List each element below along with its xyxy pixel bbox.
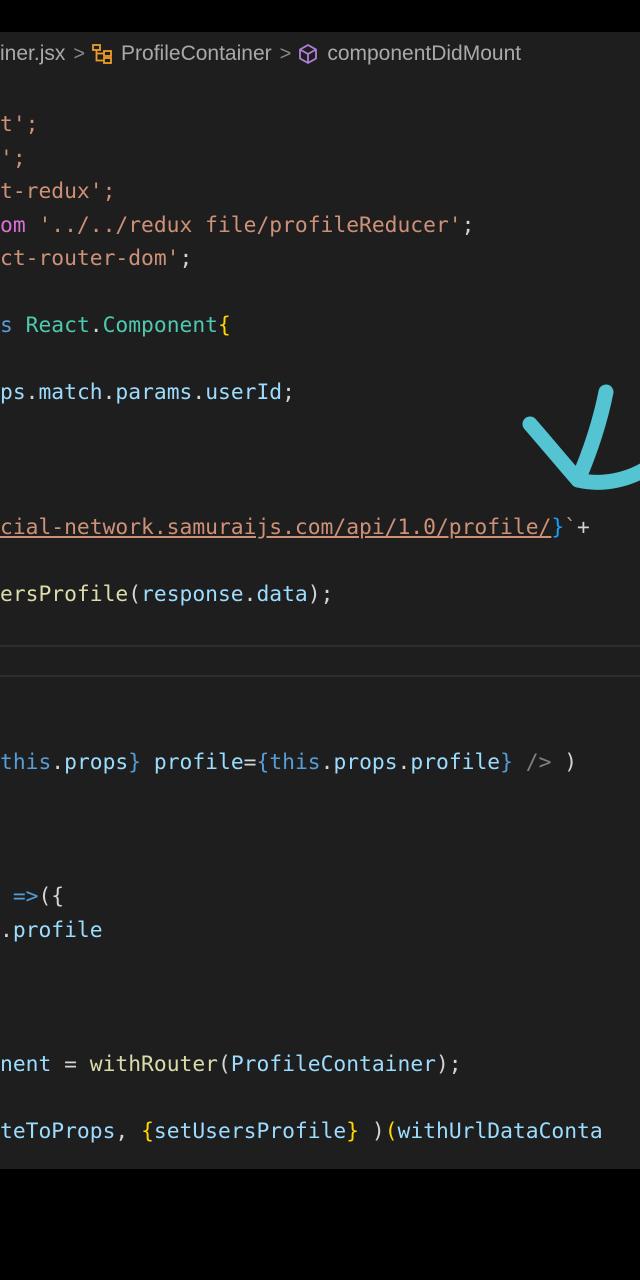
code-token: '; bbox=[0, 146, 26, 171]
code-line[interactable]: '; bbox=[0, 142, 26, 176]
code-token: ersProfile bbox=[0, 582, 129, 607]
code-token: , bbox=[115, 1119, 142, 1144]
code-token: params bbox=[115, 380, 193, 405]
code-token: ; bbox=[179, 246, 193, 271]
code-token: cial-network.samuraijs.com/api/1.0/profi… bbox=[0, 515, 552, 540]
code-token: nent bbox=[0, 1052, 52, 1077]
code-token: = bbox=[243, 750, 257, 775]
code-token: om bbox=[0, 213, 39, 238]
code-token: withRouter bbox=[89, 1052, 218, 1077]
code-token: setUsersProfile bbox=[153, 1119, 347, 1144]
code-line[interactable]: ct-router-dom'; bbox=[0, 242, 192, 276]
code-token: ( bbox=[217, 1052, 231, 1077]
code-token: response bbox=[141, 582, 244, 607]
code-line[interactable]: ps.match.params.userId; bbox=[0, 376, 295, 410]
code-token: ( bbox=[384, 1119, 398, 1144]
breadcrumb-method[interactable]: componentDidMount bbox=[327, 42, 521, 66]
code-line[interactable]: this.props} profile={this.props.profile}… bbox=[0, 746, 577, 780]
code-token: } bbox=[346, 1119, 360, 1144]
code-token: { bbox=[141, 1119, 154, 1144]
code-token: /> bbox=[512, 750, 552, 775]
code-token: { bbox=[218, 313, 231, 338]
code-token: ProfileContainer bbox=[230, 1052, 436, 1077]
code-token: = bbox=[51, 1052, 90, 1077]
code-token: . bbox=[102, 380, 116, 405]
code-token: ct-router-dom' bbox=[0, 246, 180, 271]
code-line[interactable]: s React.Component{ bbox=[0, 309, 231, 343]
chevron-right-icon: > bbox=[279, 42, 292, 65]
code-token: this bbox=[269, 750, 321, 775]
code-token: data bbox=[256, 582, 308, 607]
code-line[interactable]: cial-network.samuraijs.com/api/1.0/profi… bbox=[0, 511, 603, 545]
annotation-arrow bbox=[522, 384, 640, 490]
code-token: . bbox=[320, 750, 334, 775]
code-token: profile bbox=[410, 750, 501, 775]
code-token: . bbox=[192, 380, 206, 405]
code-token: . bbox=[89, 313, 103, 338]
code-line[interactable]: t'; bbox=[0, 108, 38, 142]
code-token: ps bbox=[0, 380, 26, 405]
symbol-class-icon bbox=[92, 44, 112, 64]
code-token: t'; bbox=[0, 112, 39, 137]
code-token: props bbox=[333, 750, 398, 775]
chevron-right-icon: > bbox=[73, 42, 86, 65]
breadcrumb-file[interactable]: iner.jsx bbox=[0, 42, 65, 66]
code-token: teToProps bbox=[0, 1119, 116, 1144]
code-token: ({ bbox=[38, 884, 65, 909]
breadcrumb: iner.jsx > ProfileContainer > componentD… bbox=[0, 37, 521, 71]
code-token: props bbox=[64, 750, 129, 775]
code-token: ) bbox=[359, 1119, 385, 1144]
code-line[interactable]: om '../../redux file/profileReducer'; bbox=[0, 209, 474, 243]
code-editor[interactable]: iner.jsx > ProfileContainer > componentD… bbox=[0, 32, 640, 1169]
code-token: . bbox=[25, 380, 39, 405]
code-token: this bbox=[0, 750, 52, 775]
code-token: ); bbox=[435, 1052, 462, 1077]
code-line[interactable]: =>({ bbox=[0, 880, 64, 914]
code-token: '../../redux file/profileReducer' bbox=[38, 213, 462, 238]
code-token: ; bbox=[282, 380, 295, 405]
breadcrumb-component[interactable]: ProfileContainer bbox=[121, 42, 272, 66]
code-token: ); bbox=[307, 582, 334, 607]
code-line[interactable]: .profile bbox=[0, 914, 103, 948]
code-token: profile bbox=[153, 750, 244, 775]
section-divider bbox=[0, 675, 640, 677]
code-token: + bbox=[577, 515, 603, 540]
code-token: } bbox=[128, 750, 142, 775]
code-line[interactable]: teToProps, {setUsersProfile} )(withUrlDa… bbox=[0, 1115, 603, 1149]
code-line[interactable]: t-redux'; bbox=[0, 175, 115, 209]
code-token: s bbox=[0, 313, 26, 338]
code-token: } bbox=[551, 515, 565, 540]
code-token: => bbox=[0, 884, 39, 909]
code-token: React bbox=[25, 313, 90, 338]
symbol-method-icon bbox=[299, 44, 318, 64]
code-token: t-redux'; bbox=[0, 179, 116, 204]
code-token: profile bbox=[12, 918, 103, 943]
code-token: ` bbox=[564, 515, 577, 540]
code-line[interactable]: ersProfile(response.data); bbox=[0, 578, 333, 612]
code-token: } bbox=[500, 750, 513, 775]
code-token: ) bbox=[551, 750, 578, 775]
code-token: . bbox=[243, 582, 257, 607]
code-token: match bbox=[38, 380, 103, 405]
code-token: { bbox=[256, 750, 270, 775]
code-line[interactable]: nent = withRouter(ProfileContainer); bbox=[0, 1048, 462, 1082]
code-token: ; bbox=[461, 213, 475, 238]
code-token: userId bbox=[205, 380, 283, 405]
section-divider bbox=[0, 645, 640, 647]
code-token: ( bbox=[128, 582, 142, 607]
code-token: Component bbox=[102, 313, 218, 338]
code-token: . bbox=[397, 750, 411, 775]
code-token: . bbox=[51, 750, 65, 775]
code-token: . bbox=[0, 918, 13, 943]
code-token: withUrlDataConta bbox=[397, 1119, 603, 1144]
